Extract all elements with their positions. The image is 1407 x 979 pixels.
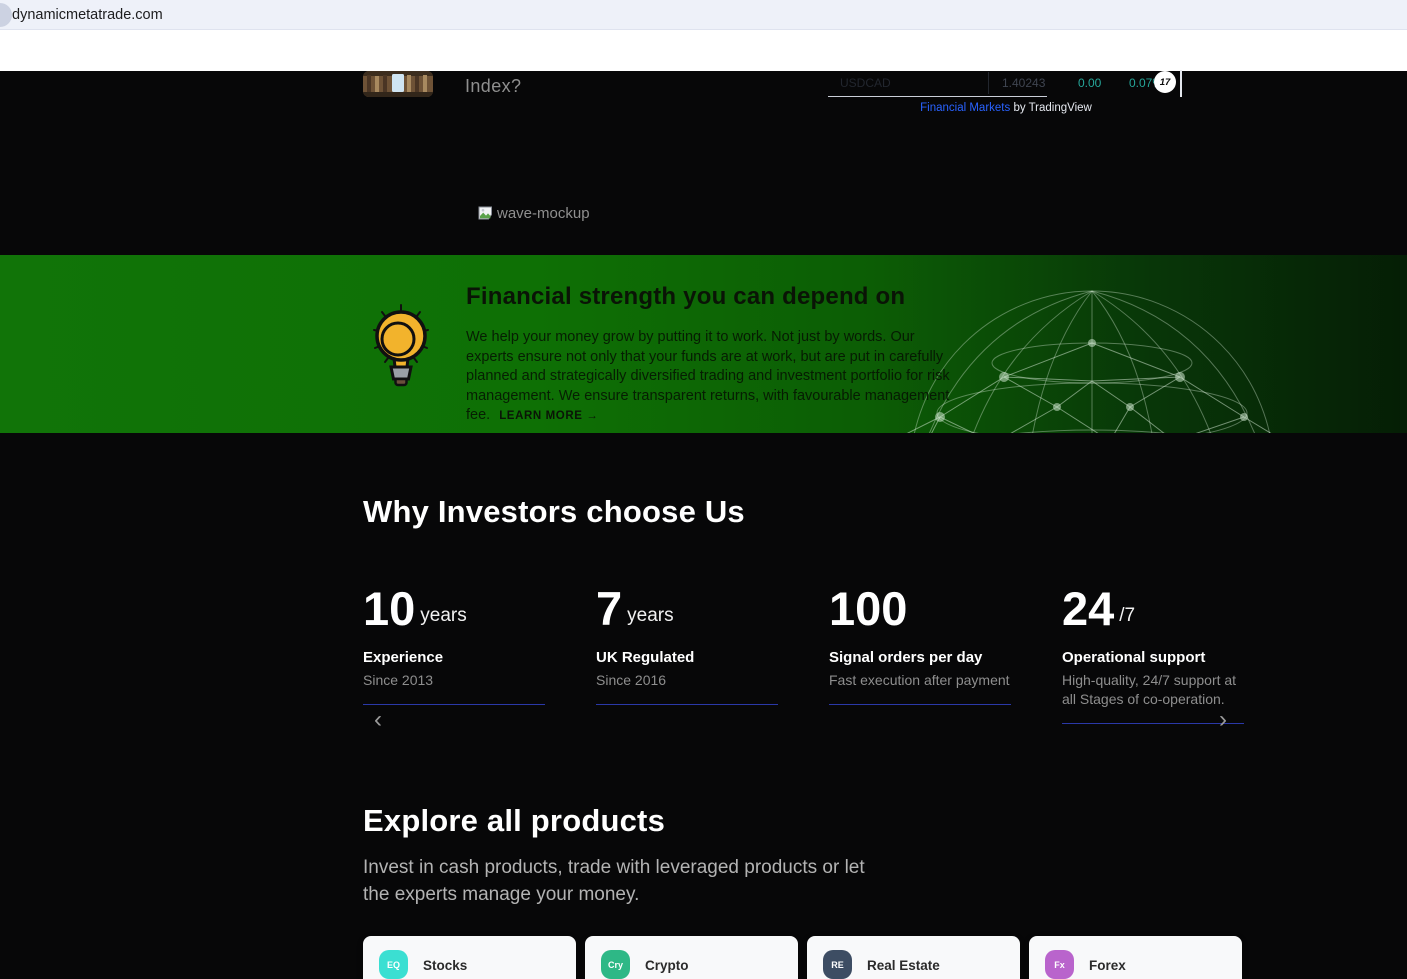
stat-value: 24 [1062,582,1115,635]
tradingview-widget: USDCAD 1.40243 0.00 0.07% 17 Financial M… [828,70,1184,119]
learn-more-link[interactable]: LEARN MORE → [499,410,598,422]
stat-underline [1062,723,1244,724]
widget-scrollbar [1180,70,1182,97]
stat-signal-orders: 100 Signal orders per day Fast execution… [829,580,1011,705]
forex-badge-icon: Fx [1045,950,1074,979]
stat-underline [829,704,1011,705]
product-card-stocks[interactable]: EQ Stocks [363,936,576,979]
stat-experience: 10 years Experience Since 2013 [363,580,545,705]
crypto-badge-icon: Cry [601,950,630,979]
explore-products-heading: Explore all products [363,803,666,838]
product-card-real-estate[interactable]: RE Real Estate [807,936,1020,979]
browser-tab-dot [0,3,12,27]
financial-strength-section: Financial strength you can depend on We … [0,255,1407,433]
product-card-crypto[interactable]: Cry Crypto [585,936,798,979]
stat-desc: Fast execution after payment [829,672,1010,688]
article-title-fragment[interactable]: Index? [465,76,521,97]
explore-products-description: Invest in cash products, trade with leve… [363,857,865,905]
browser-url-bar[interactable]: dynamicmetatrade.com [0,0,1407,30]
stat-value: 7 [596,582,623,635]
stat-desc: High-quality, 24/7 support at all Stages… [1062,672,1237,707]
broken-image-row: wave-mockup [478,205,590,222]
why-investors-heading: Why Investors choose Us [363,494,745,529]
ticker-divider [988,72,989,94]
tradingview-logo-icon[interactable]: 17 [1154,71,1176,93]
ticker-underline [828,96,1047,97]
trading-floor-image [363,71,433,97]
stat-title: Experience [363,649,444,666]
carousel-prev-arrow-icon[interactable]: ‹ [374,708,382,732]
product-label: Stocks [423,958,468,973]
stat-value: 100 [829,582,908,635]
carousel-next-arrow-icon[interactable]: › [1219,708,1227,732]
ticker-price: 1.40243 [1002,76,1046,90]
stat-title: Operational support [1062,649,1206,666]
tradingview-attribution: Financial Markets by TradingView [828,102,1184,114]
stat-underline [596,704,778,705]
stat-underline [363,704,545,705]
stat-suffix: years [627,605,674,626]
stocks-badge-icon: EQ [379,950,408,979]
white-strip [0,30,1407,71]
broken-image-alt: wave-mockup [497,205,590,222]
financial-markets-link[interactable]: Financial Markets [920,102,1010,114]
stat-operational-support: 24 /7 Operational support High-quality, … [1062,580,1244,724]
financial-strength-body: We help your money grow by putting it to… [466,329,950,423]
stat-value: 10 [363,582,416,635]
stat-desc: Since 2013 [363,672,434,688]
attribution-text: by TradingView [1010,102,1092,114]
product-label: Real Estate [867,958,940,973]
product-cards-row: EQ Stocks Cry Crypto RE Real Estate Fx F… [363,936,1242,979]
article-thumbnail[interactable] [363,71,433,97]
stat-title: Signal orders per day [829,649,983,666]
financial-strength-heading: Financial strength you can depend on [466,283,906,310]
lightbulb-icon [373,304,429,387]
page-url: dynamicmetatrade.com [12,6,163,23]
product-card-forex[interactable]: Fx Forex [1029,936,1242,979]
broken-image-icon [478,206,492,220]
stat-suffix: /7 [1119,605,1136,626]
ticker-symbol: USDCAD [840,76,891,90]
ticker-change: 0.00 [1078,76,1102,90]
stat-uk-regulated: 7 years UK Regulated Since 2016 [596,580,778,705]
stat-suffix: years [420,605,467,626]
ticker-row[interactable]: USDCAD 1.40243 0.00 0.07% 17 [828,70,1184,97]
real-estate-badge-icon: RE [823,950,852,979]
product-label: Crypto [645,958,689,973]
product-label: Forex [1089,958,1126,973]
stat-title: UK Regulated [596,649,695,666]
stat-desc: Since 2016 [596,672,667,688]
